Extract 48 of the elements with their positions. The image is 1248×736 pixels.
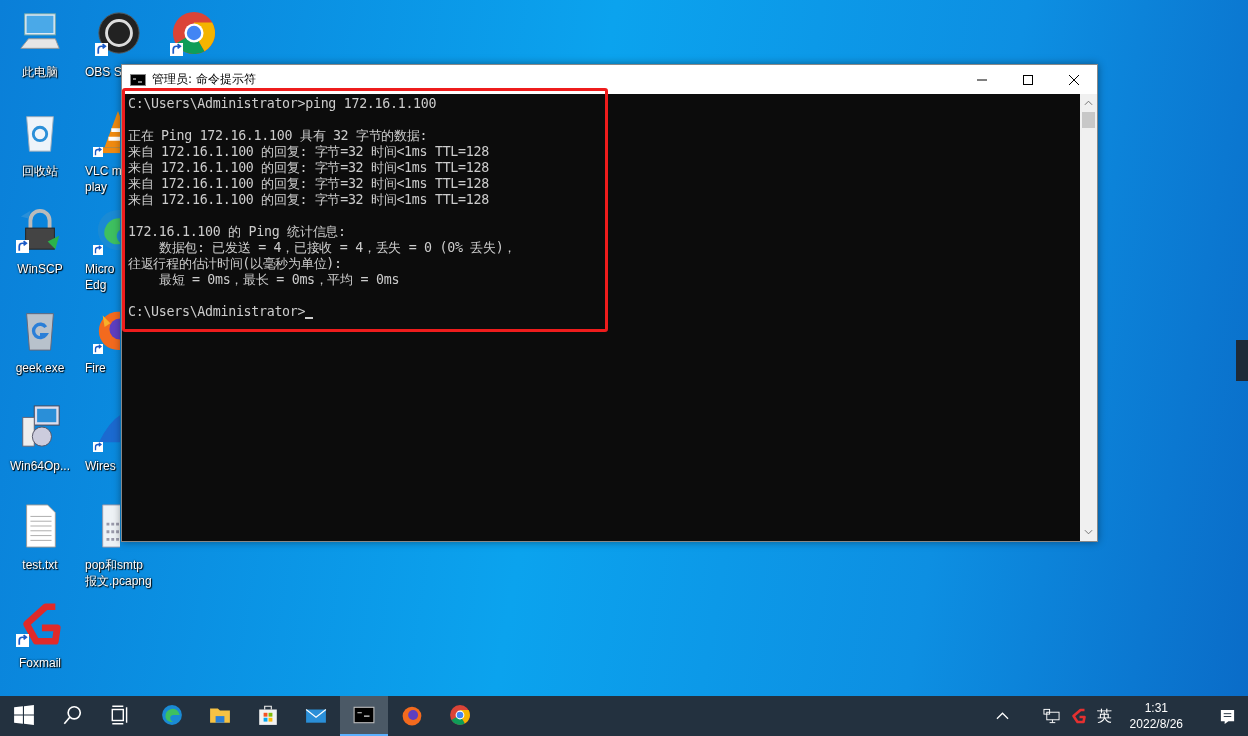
taskbar-terminal-button[interactable] [340,696,388,736]
clock-button[interactable]: 1:31 2022/8/26 [1129,700,1183,732]
terminal-icon [353,704,375,726]
icon-label: geek.exe [15,359,65,376]
window-title: 管理员: 命令提示符 [152,71,256,88]
console-line: 最短 = 0ms，最长 = 0ms，平均 = 0ms [157,272,400,288]
console-line: 来自 172.16.1.100 的回复: 字节=32 时间<1ms TTL=128 [128,160,489,176]
icon-label: 回收站 [22,162,58,179]
icon-label: test.txt [22,556,58,573]
g-logo-icon[interactable] [1069,708,1087,724]
icon-label: Wires [85,458,116,474]
console-line: 来自 172.16.1.100 的回复: 字节=32 时间<1ms TTL=128 [128,176,489,192]
icon-label: Edg [85,277,107,293]
console-line: C:\Users\Administrator> [128,304,306,320]
network-icon[interactable] [1042,708,1060,724]
icon-label: Micro [85,261,115,277]
icon-label: 此电脑 [22,64,58,80]
icon-label: WinSCP [17,261,63,277]
chrome-icon[interactable] [171,10,217,56]
console-line: 172.16.1.100 的 Ping 统计信息: [128,224,346,240]
shopping-bag-icon [257,704,279,726]
icon-label: Win64Op... [10,458,70,474]
console-line: C:\Users\Administrator>ping 172.16.1.100 [128,96,437,112]
notification-icon[interactable] [1219,707,1236,725]
icon-label: OBS S [85,64,122,80]
terminal-icon [130,73,146,86]
scrollbar-thumb[interactable] [1082,112,1095,128]
chrome-icon [449,704,471,726]
icon-label: play [85,178,107,195]
close-icon [1068,73,1080,86]
fox-globe-icon [401,704,423,726]
console-line: 来自 172.16.1.100 的回复: 字节=32 时间<1ms TTL=128 [128,192,489,208]
browser-wave-icon [161,704,183,726]
maximize-icon [1022,73,1034,86]
icon-label: VLC m [85,162,122,179]
console-line: 正在 Ping 172.16.1.100 具有 32 字节的数据: [128,128,428,144]
icon-label: 报文.pcapng [85,572,152,589]
icon-label: pop和smtp [85,556,144,573]
input-method-indicator[interactable]: 英 [1096,706,1112,726]
icon-label: Foxmail [19,655,61,671]
console-line: 数据包: 已发送 = 4，已接收 = 4，丢失 = 0 (0% 丢失)， [157,240,517,256]
search-icon [61,704,83,726]
windows-logo-icon [13,704,35,726]
circle-logo-icon[interactable] [96,10,142,56]
chevron-up-icon[interactable] [995,711,1009,721]
console-line: 往返行程的估计时间(以毫秒为单位): [128,256,342,272]
icon-label: Fire [85,359,106,376]
console-line: 来自 172.16.1.100 的回复: 字节=32 时间<1ms TTL=128 [128,144,489,160]
